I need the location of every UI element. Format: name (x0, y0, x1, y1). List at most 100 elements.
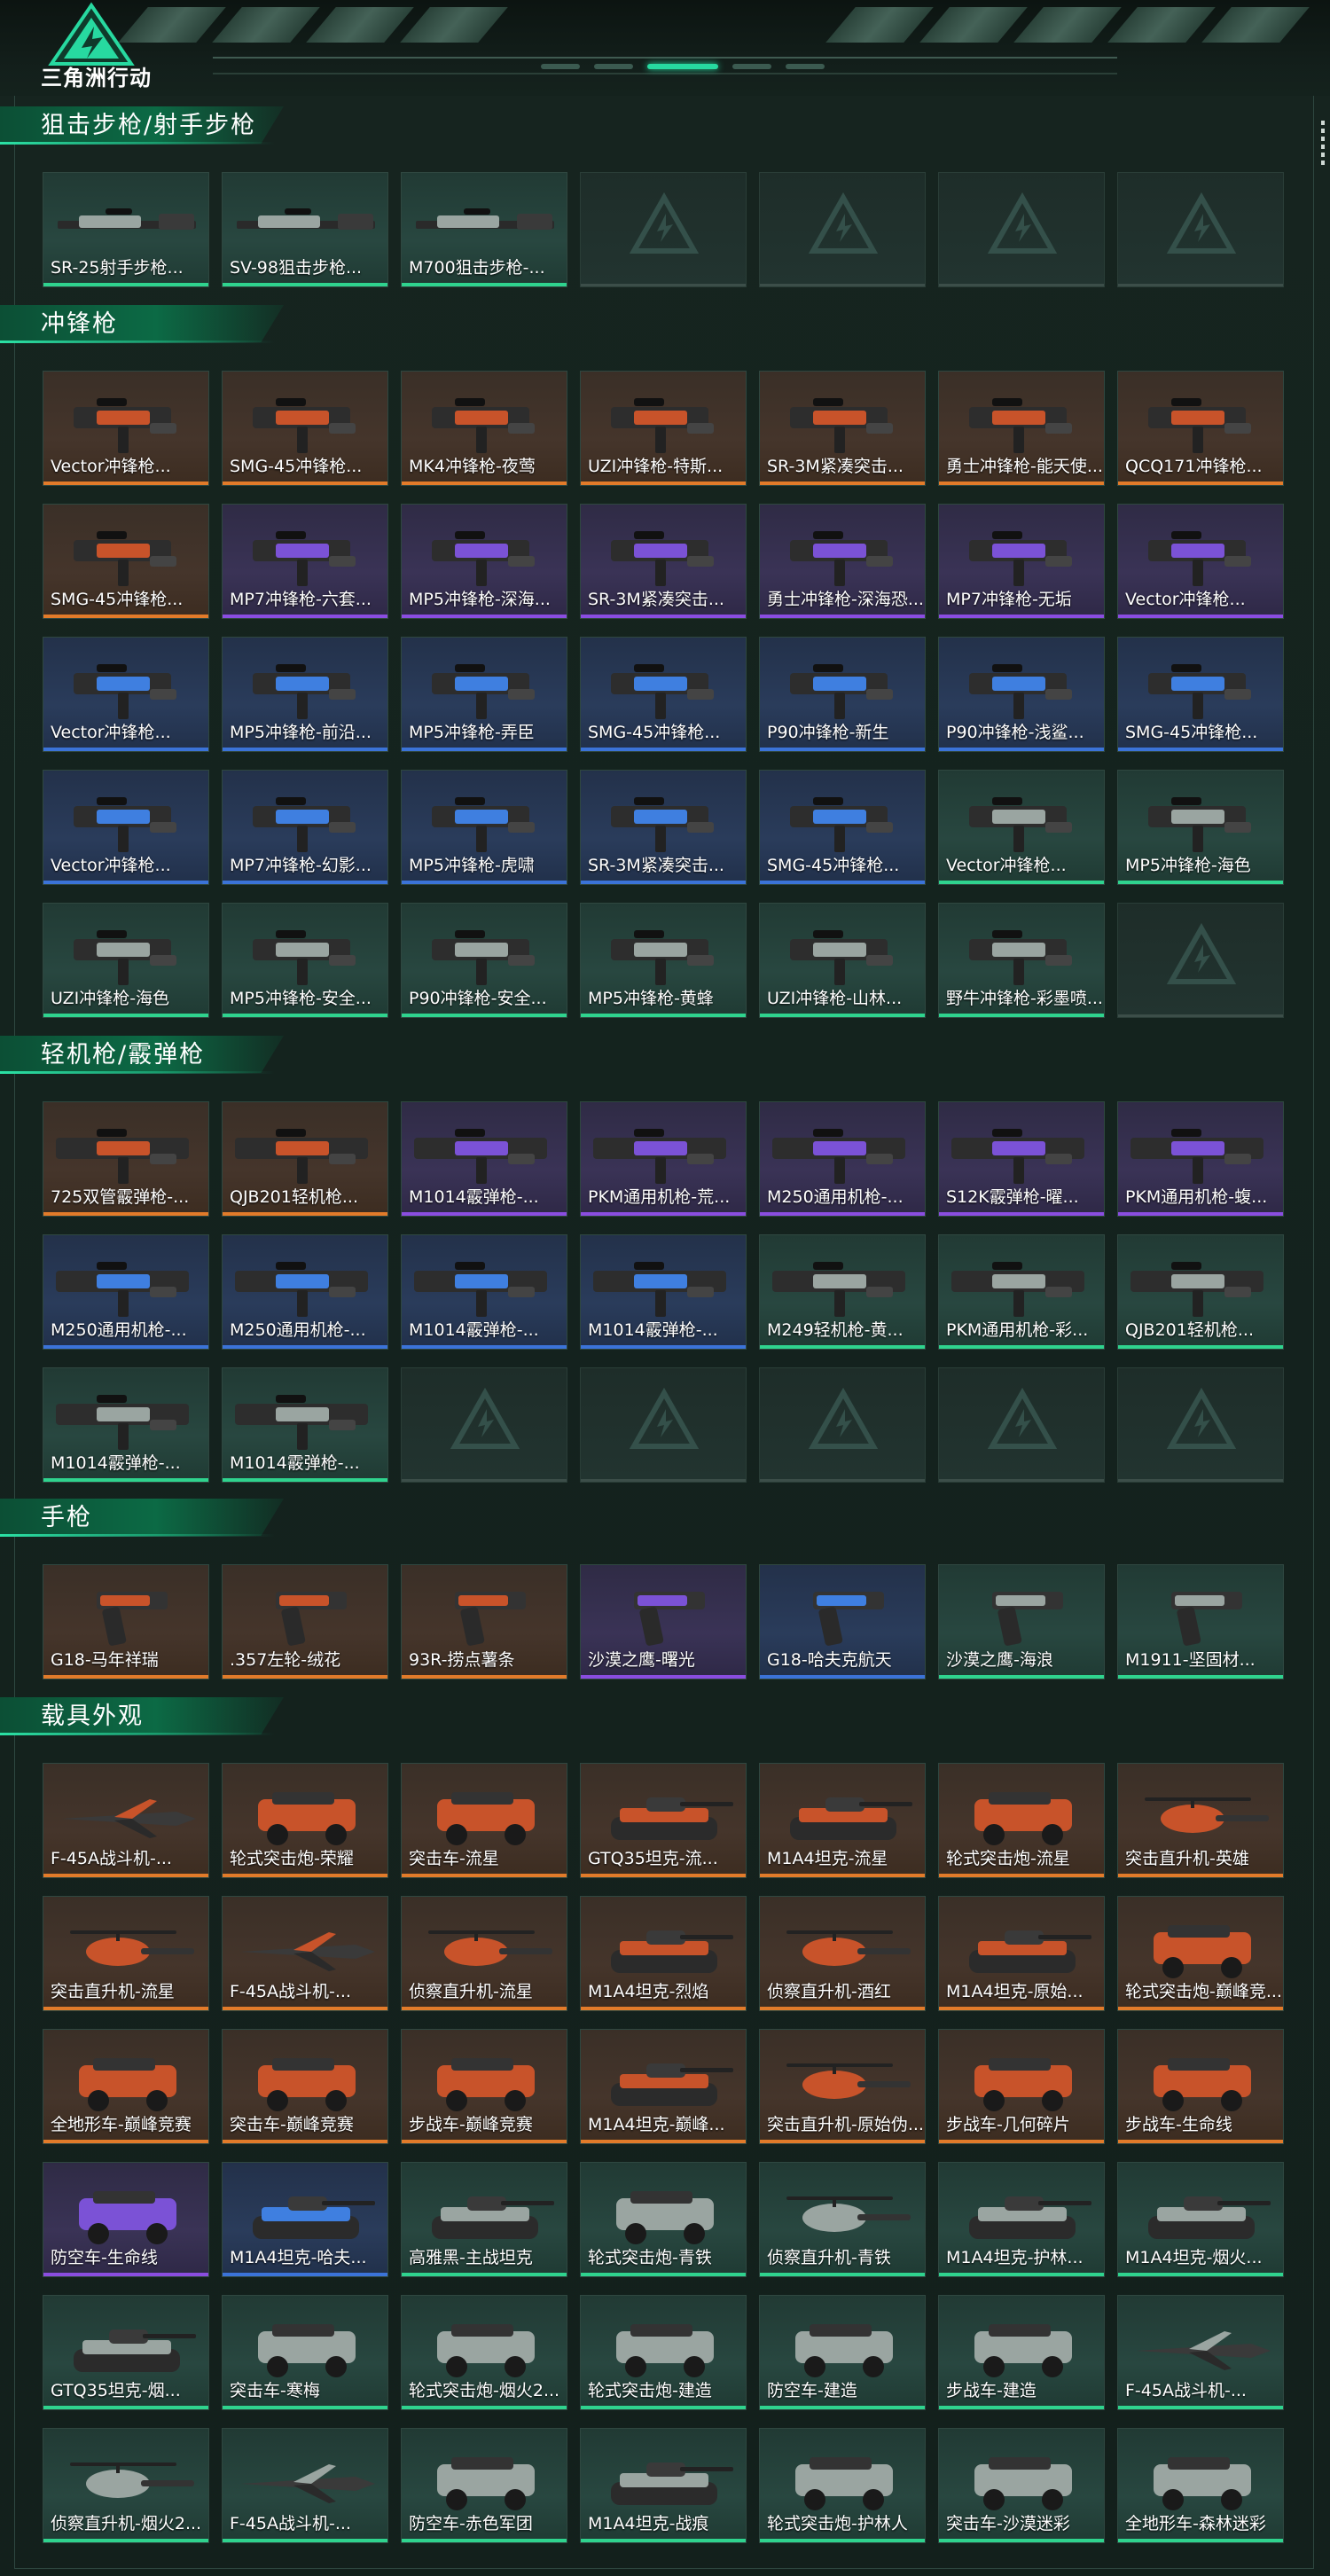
skin-card[interactable]: 93R-捞点薯条 (401, 1564, 567, 1679)
skin-card[interactable]: Vector冲锋枪... (43, 371, 209, 486)
skin-card[interactable]: 野牛冲锋枪-彩墨喷... (938, 903, 1105, 1018)
skin-card[interactable]: 沙漠之鹰-曙光 (580, 1564, 747, 1679)
skin-card[interactable]: MP5冲锋枪-虎啸 (401, 770, 567, 885)
page-dot[interactable] (786, 64, 825, 69)
skin-card[interactable]: GTQ35坦克-烟... (43, 2295, 209, 2410)
skin-card[interactable]: M1A4坦克-战痕 (580, 2428, 747, 2543)
skin-card[interactable]: Vector冲锋枪... (938, 770, 1105, 885)
skin-card[interactable]: QJB201轻机枪... (1117, 1234, 1284, 1350)
skin-card[interactable]: UZI冲锋枪-山林... (759, 903, 926, 1018)
skin-card[interactable]: F-45A战斗机-... (1117, 2295, 1284, 2410)
skin-card[interactable]: MP5冲锋枪-前沿... (222, 637, 388, 752)
skin-card[interactable]: M1A4坦克-原始... (938, 1896, 1105, 2011)
skin-card[interactable]: 突击车-巅峰竞赛 (222, 2029, 388, 2144)
skin-card[interactable]: 步战车-巅峰竞赛 (401, 2029, 567, 2144)
skin-card[interactable]: MP5冲锋枪-安全... (222, 903, 388, 1018)
skin-card[interactable]: Vector冲锋枪... (1117, 504, 1284, 619)
skin-card[interactable]: 轮式突击炮-流星 (938, 1763, 1105, 1878)
skin-card[interactable]: SMG-45冲锋枪... (43, 504, 209, 619)
skin-card[interactable]: GTQ35坦克-流... (580, 1763, 747, 1878)
skin-card[interactable]: F-45A战斗机-... (43, 1763, 209, 1878)
skin-card[interactable]: 突击直升机-英雄 (1117, 1763, 1284, 1878)
skin-card[interactable]: .357左轮-绒花 (222, 1564, 388, 1679)
page-dot[interactable] (732, 64, 771, 69)
skin-card[interactable]: MP7冲锋枪-无垢 (938, 504, 1105, 619)
skin-card[interactable]: G18-马年祥瑞 (43, 1564, 209, 1679)
skin-card[interactable]: MK4冲锋枪-夜莺 (401, 371, 567, 486)
skin-card[interactable]: M1014霰弹枪-... (222, 1367, 388, 1483)
skin-card[interactable]: M1014霰弹枪-... (43, 1367, 209, 1483)
skin-card[interactable]: MP5冲锋枪-弄臣 (401, 637, 567, 752)
skin-card[interactable]: 防空车-建造 (759, 2295, 926, 2410)
skin-card[interactable]: SR-3M紧凑突击... (759, 371, 926, 486)
skin-card[interactable]: M1A4坦克-烈焰 (580, 1896, 747, 2011)
skin-card[interactable]: 轮式突击炮-建造 (580, 2295, 747, 2410)
skin-card[interactable]: M1911-坚固材... (1117, 1564, 1284, 1679)
skin-card[interactable]: 轮式突击炮-荣耀 (222, 1763, 388, 1878)
skin-card[interactable]: 725双管霰弹枪-... (43, 1101, 209, 1217)
skin-card[interactable]: UZI冲锋枪-海色 (43, 903, 209, 1018)
skin-card[interactable]: PKM通用机枪-蝮... (1117, 1101, 1284, 1217)
skin-card[interactable]: PKM通用机枪-彩... (938, 1234, 1105, 1350)
skin-card[interactable]: MP5冲锋枪-海色 (1117, 770, 1284, 885)
skin-card[interactable]: 突击车-寒梅 (222, 2295, 388, 2410)
skin-card[interactable]: UZI冲锋枪-特斯... (580, 371, 747, 486)
skin-card[interactable]: M250通用机枪-... (43, 1234, 209, 1350)
skin-card[interactable]: QCQ171冲锋枪... (1117, 371, 1284, 486)
skin-card[interactable]: Vector冲锋枪... (43, 770, 209, 885)
skin-card[interactable]: 步战车-生命线 (1117, 2029, 1284, 2144)
skin-card[interactable]: 侦察直升机-酒红 (759, 1896, 926, 2011)
skin-card[interactable]: M1A4坦克-烟火... (1117, 2162, 1284, 2277)
skin-card[interactable]: M1014霰弹枪-... (401, 1101, 567, 1217)
skin-card[interactable]: SR-3M紧凑突击... (580, 504, 747, 619)
skin-card[interactable]: M1A4坦克-流星 (759, 1763, 926, 1878)
skin-card[interactable]: SV-98狙击步枪... (222, 172, 388, 287)
skin-card[interactable]: 突击直升机-流星 (43, 1896, 209, 2011)
page-indicator[interactable] (541, 64, 825, 69)
skin-card[interactable]: M249轻机枪-黄... (759, 1234, 926, 1350)
skin-card[interactable]: P90冲锋枪-安全... (401, 903, 567, 1018)
skin-card[interactable]: M250通用机枪-... (222, 1234, 388, 1350)
page-dot-active[interactable] (647, 64, 718, 69)
skin-card[interactable]: M250通用机枪-... (759, 1101, 926, 1217)
skin-card[interactable]: SR-3M紧凑突击... (580, 770, 747, 885)
skin-card[interactable]: 轮式突击炮-青铁 (580, 2162, 747, 2277)
skin-card[interactable]: G18-哈夫克航天 (759, 1564, 926, 1679)
skin-card[interactable]: SMG-45冲锋枪... (222, 371, 388, 486)
skin-card[interactable]: F-45A战斗机-... (222, 2428, 388, 2543)
skin-card[interactable]: 全地形车-森林迷彩 (1117, 2428, 1284, 2543)
skin-card[interactable]: MP5冲锋枪-黄蜂 (580, 903, 747, 1018)
skin-card[interactable]: 轮式突击炮-烟火2... (401, 2295, 567, 2410)
skin-card[interactable]: M1A4坦克-哈夫... (222, 2162, 388, 2277)
skin-card[interactable]: M700狙击步枪-... (401, 172, 567, 287)
skin-card[interactable]: 突击直升机-原始伪... (759, 2029, 926, 2144)
skin-card[interactable]: 突击车-流星 (401, 1763, 567, 1878)
skin-card[interactable]: 步战车-建造 (938, 2295, 1105, 2410)
skin-card[interactable]: PKM通用机枪-荒... (580, 1101, 747, 1217)
page-dot[interactable] (594, 64, 633, 69)
skin-card[interactable]: 侦察直升机-烟火2... (43, 2428, 209, 2543)
skin-card[interactable]: 轮式突击炮-护林人 (759, 2428, 926, 2543)
skin-card[interactable]: F-45A战斗机-... (222, 1896, 388, 2011)
skin-card[interactable]: P90冲锋枪-新生 (759, 637, 926, 752)
skin-card[interactable]: M1014霰弹枪-... (580, 1234, 747, 1350)
skin-card[interactable]: M1014霰弹枪-... (401, 1234, 567, 1350)
skin-card[interactable]: M1A4坦克-护林... (938, 2162, 1105, 2277)
skin-card[interactable]: QJB201轻机枪... (222, 1101, 388, 1217)
skin-card[interactable]: SMG-45冲锋枪... (759, 770, 926, 885)
skin-card[interactable]: SMG-45冲锋枪... (580, 637, 747, 752)
skin-card[interactable]: 勇士冲锋枪-能天使... (938, 371, 1105, 486)
skin-card[interactable]: M1A4坦克-巅峰... (580, 2029, 747, 2144)
skin-card[interactable]: 轮式突击炮-巅峰竞... (1117, 1896, 1284, 2011)
skin-card[interactable]: Vector冲锋枪... (43, 637, 209, 752)
skin-card[interactable]: MP7冲锋枪-幻影... (222, 770, 388, 885)
skin-card[interactable]: SR-25射手步枪... (43, 172, 209, 287)
skin-card[interactable]: 勇士冲锋枪-深海恐... (759, 504, 926, 619)
skin-card[interactable]: 突击车-沙漠迷彩 (938, 2428, 1105, 2543)
skin-card[interactable]: S12K霰弹枪-曜... (938, 1101, 1105, 1217)
skin-card[interactable]: 防空车-赤色军团 (401, 2428, 567, 2543)
skin-card[interactable]: MP7冲锋枪-六套... (222, 504, 388, 619)
skin-card[interactable]: 侦察直升机-青铁 (759, 2162, 926, 2277)
skin-card[interactable]: SMG-45冲锋枪... (1117, 637, 1284, 752)
skin-card[interactable]: MP5冲锋枪-深海... (401, 504, 567, 619)
